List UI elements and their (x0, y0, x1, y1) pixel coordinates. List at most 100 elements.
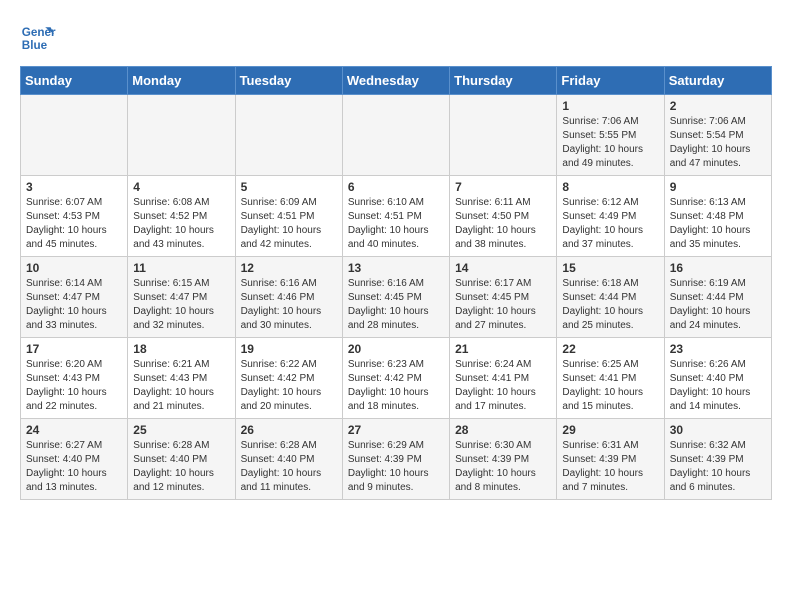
day-info: Sunrise: 6:27 AM Sunset: 4:40 PM Dayligh… (26, 439, 122, 495)
calendar-cell (128, 95, 235, 176)
day-number: 3 (26, 180, 122, 194)
calendar-cell: 20Sunrise: 6:23 AM Sunset: 4:42 PM Dayli… (342, 338, 449, 419)
calendar-cell: 21 Sunrise: 6:24 AM Sunset: 4:41 PM Dayli… (450, 338, 557, 419)
calendar-cell: 25 Sunrise: 6:28 AM Sunset: 4:40 PM Dayli… (128, 419, 235, 500)
day-info: Sunrise: 6:23 AM Sunset: 4:42 PM Dayligh… (348, 358, 444, 414)
day-number: 14 (455, 261, 551, 275)
day-number: 26 (241, 423, 337, 437)
day-info: Sunrise: 6:24 AM Sunset: 4:41 PM Dayligh… (455, 358, 551, 414)
day-info: Sunrise: 6:21 AM Sunset: 4:43 PM Dayligh… (133, 358, 229, 414)
calendar-cell: 11Sunrise: 6:15 AM Sunset: 4:47 PM Dayli… (128, 257, 235, 338)
day-number: 8 (562, 180, 658, 194)
calendar-cell: 14 Sunrise: 6:17 AM Sunset: 4:45 PM Dayli… (450, 257, 557, 338)
day-info: Sunrise: 6:08 AM Sunset: 4:52 PM Dayligh… (133, 196, 229, 252)
day-number: 7 (455, 180, 551, 194)
day-info: Sunrise: 6:18 AM Sunset: 4:44 PM Dayligh… (562, 277, 658, 333)
calendar-cell: 27 Sunrise: 6:29 AM Sunset: 4:39 PM Dayli… (342, 419, 449, 500)
day-number: 12 (241, 261, 337, 275)
day-number: 10 (26, 261, 122, 275)
day-number: 28 (455, 423, 551, 437)
day-info: Sunrise: 6:28 AM Sunset: 4:40 PM Dayligh… (241, 439, 337, 495)
day-number: 1 (562, 99, 658, 113)
day-number: 27 (348, 423, 444, 437)
day-info: Sunrise: 6:17 AM Sunset: 4:45 PM Dayligh… (455, 277, 551, 333)
calendar-cell: 16Sunrise: 6:19 AM Sunset: 4:44 PM Dayli… (664, 257, 771, 338)
day-number: 9 (670, 180, 766, 194)
day-number: 13 (348, 261, 444, 275)
day-info: Sunrise: 6:20 AM Sunset: 4:43 PM Dayligh… (26, 358, 122, 414)
day-number: 2 (670, 99, 766, 113)
week-row-3: 10 Sunrise: 6:14 AM Sunset: 4:47 PM Dayli… (21, 257, 772, 338)
calendar-cell: 17 Sunrise: 6:20 AM Sunset: 4:43 PM Dayli… (21, 338, 128, 419)
day-info: Sunrise: 6:12 AM Sunset: 4:49 PM Dayligh… (562, 196, 658, 252)
calendar-body: 1 Sunrise: 7:06 AM Sunset: 5:55 PM Daylig… (21, 95, 772, 500)
day-number: 21 (455, 342, 551, 356)
page-header: General Blue (20, 20, 772, 56)
calendar-cell (450, 95, 557, 176)
day-info: Sunrise: 6:19 AM Sunset: 4:44 PM Dayligh… (670, 277, 766, 333)
calendar-cell: 24 Sunrise: 6:27 AM Sunset: 4:40 PM Dayli… (21, 419, 128, 500)
calendar-table: SundayMondayTuesdayWednesdayThursdayFrid… (20, 66, 772, 500)
day-info: Sunrise: 6:30 AM Sunset: 4:39 PM Dayligh… (455, 439, 551, 495)
calendar-cell: 15 Sunrise: 6:18 AM Sunset: 4:44 PM Dayli… (557, 257, 664, 338)
day-number: 17 (26, 342, 122, 356)
header-row: SundayMondayTuesdayWednesdayThursdayFrid… (21, 67, 772, 95)
calendar-cell: 4 Sunrise: 6:08 AM Sunset: 4:52 PM Daylig… (128, 176, 235, 257)
day-info: Sunrise: 6:28 AM Sunset: 4:40 PM Dayligh… (133, 439, 229, 495)
day-info: Sunrise: 6:07 AM Sunset: 4:53 PM Dayligh… (26, 196, 122, 252)
day-info: Sunrise: 6:26 AM Sunset: 4:40 PM Dayligh… (670, 358, 766, 414)
day-info: Sunrise: 6:10 AM Sunset: 4:51 PM Dayligh… (348, 196, 444, 252)
header-cell-friday: Friday (557, 67, 664, 95)
calendar-cell (342, 95, 449, 176)
week-row-2: 3 Sunrise: 6:07 AM Sunset: 4:53 PM Daylig… (21, 176, 772, 257)
day-number: 15 (562, 261, 658, 275)
day-number: 4 (133, 180, 229, 194)
day-number: 24 (26, 423, 122, 437)
calendar-cell: 28 Sunrise: 6:30 AM Sunset: 4:39 PM Dayli… (450, 419, 557, 500)
day-info: Sunrise: 6:32 AM Sunset: 4:39 PM Dayligh… (670, 439, 766, 495)
calendar-cell: 13 Sunrise: 6:16 AM Sunset: 4:45 PM Dayli… (342, 257, 449, 338)
calendar-cell: 23 Sunrise: 6:26 AM Sunset: 4:40 PM Dayli… (664, 338, 771, 419)
day-info: Sunrise: 6:15 AM Sunset: 4:47 PM Dayligh… (133, 277, 229, 333)
calendar-cell: 19 Sunrise: 6:22 AM Sunset: 4:42 PM Dayli… (235, 338, 342, 419)
calendar-cell: 6 Sunrise: 6:10 AM Sunset: 4:51 PM Daylig… (342, 176, 449, 257)
calendar-cell: 30Sunrise: 6:32 AM Sunset: 4:39 PM Dayli… (664, 419, 771, 500)
day-number: 18 (133, 342, 229, 356)
calendar-cell: 1 Sunrise: 7:06 AM Sunset: 5:55 PM Daylig… (557, 95, 664, 176)
day-number: 19 (241, 342, 337, 356)
calendar-cell: 3 Sunrise: 6:07 AM Sunset: 4:53 PM Daylig… (21, 176, 128, 257)
day-info: Sunrise: 7:06 AM Sunset: 5:55 PM Dayligh… (562, 115, 658, 171)
calendar-header: SundayMondayTuesdayWednesdayThursdayFrid… (21, 67, 772, 95)
day-info: Sunrise: 6:31 AM Sunset: 4:39 PM Dayligh… (562, 439, 658, 495)
header-cell-monday: Monday (128, 67, 235, 95)
calendar-cell: 10 Sunrise: 6:14 AM Sunset: 4:47 PM Dayli… (21, 257, 128, 338)
svg-text:Blue: Blue (22, 39, 48, 52)
day-number: 29 (562, 423, 658, 437)
calendar-cell (21, 95, 128, 176)
day-info: Sunrise: 6:13 AM Sunset: 4:48 PM Dayligh… (670, 196, 766, 252)
day-number: 6 (348, 180, 444, 194)
day-info: Sunrise: 6:11 AM Sunset: 4:50 PM Dayligh… (455, 196, 551, 252)
day-number: 23 (670, 342, 766, 356)
day-info: Sunrise: 6:14 AM Sunset: 4:47 PM Dayligh… (26, 277, 122, 333)
calendar-cell: 8 Sunrise: 6:12 AM Sunset: 4:49 PM Daylig… (557, 176, 664, 257)
day-info: Sunrise: 6:22 AM Sunset: 4:42 PM Dayligh… (241, 358, 337, 414)
day-info: Sunrise: 6:16 AM Sunset: 4:45 PM Dayligh… (348, 277, 444, 333)
day-info: Sunrise: 6:25 AM Sunset: 4:41 PM Dayligh… (562, 358, 658, 414)
day-number: 5 (241, 180, 337, 194)
day-info: Sunrise: 6:09 AM Sunset: 4:51 PM Dayligh… (241, 196, 337, 252)
header-cell-tuesday: Tuesday (235, 67, 342, 95)
calendar-cell: 22 Sunrise: 6:25 AM Sunset: 4:41 PM Dayli… (557, 338, 664, 419)
header-cell-sunday: Sunday (21, 67, 128, 95)
calendar-cell (235, 95, 342, 176)
day-info: Sunrise: 7:06 AM Sunset: 5:54 PM Dayligh… (670, 115, 766, 171)
calendar-cell: 12Sunrise: 6:16 AM Sunset: 4:46 PM Dayli… (235, 257, 342, 338)
calendar-cell: 5 Sunrise: 6:09 AM Sunset: 4:51 PM Daylig… (235, 176, 342, 257)
day-number: 22 (562, 342, 658, 356)
logo-icon: General Blue (20, 20, 56, 56)
day-info: Sunrise: 6:29 AM Sunset: 4:39 PM Dayligh… (348, 439, 444, 495)
calendar-cell: 26 Sunrise: 6:28 AM Sunset: 4:40 PM Dayli… (235, 419, 342, 500)
calendar-cell: 7 Sunrise: 6:11 AM Sunset: 4:50 PM Daylig… (450, 176, 557, 257)
week-row-5: 24 Sunrise: 6:27 AM Sunset: 4:40 PM Dayli… (21, 419, 772, 500)
day-number: 25 (133, 423, 229, 437)
